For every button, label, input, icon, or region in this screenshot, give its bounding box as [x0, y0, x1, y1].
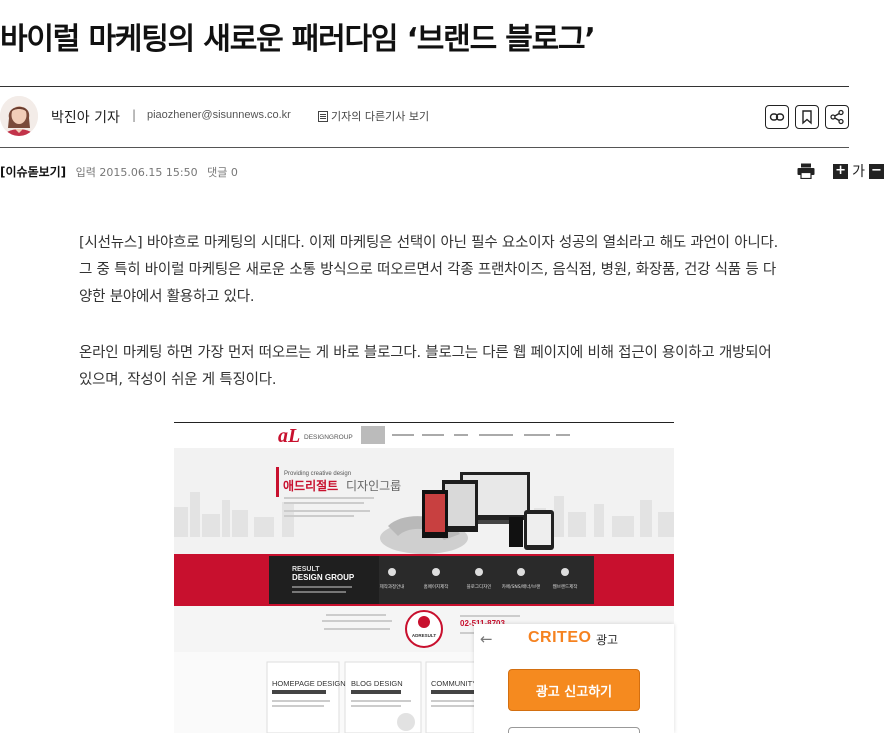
band-brand-line2: DESIGN GROUP	[292, 573, 355, 582]
publish-date: 입력 2015.06.15 15:50	[75, 166, 198, 179]
criteo-logo: CRITEO	[528, 629, 592, 646]
article-paragraph: [시선뉴스] 바야흐로 마케팅의 시대다. 이제 마케팅은 선택이 아닌 필수 …	[79, 235, 779, 305]
card-title: BLOG DESIGN	[351, 679, 403, 688]
ad-back-arrow-icon[interactable]: ←	[480, 630, 493, 648]
reporter-more-articles-link[interactable]: 기자의 다른기사 보기	[318, 108, 429, 124]
reporter-email[interactable]: piaozhener@sisunnews.co.kr	[147, 109, 291, 121]
article-meta: [이슈돋보기] 입력 2015.06.15 15:50 댓글 0	[0, 163, 238, 180]
report-ad-button[interactable]: 광고 신고하기	[508, 669, 640, 711]
reporter-name[interactable]: 박진아 기자	[51, 107, 120, 127]
title-divider	[0, 86, 849, 87]
comment-count[interactable]: 댓글 0	[207, 166, 238, 179]
band-icon-label: 웹브랜드제작	[553, 583, 578, 590]
article-title: 바이럴 마케팅의 새로운 패러다임 ‘브랜드 블로그’	[0, 22, 596, 57]
band-icon-label: 홈페이지제작	[424, 583, 449, 590]
band-icon-label: 카페/SNS/배너/브랜	[502, 583, 540, 590]
article-tools: + 가 −	[797, 161, 884, 181]
band-icon-label: 제작과정안내	[380, 583, 405, 590]
card-title: HOMEPAGE DESIGN	[272, 679, 346, 688]
svg-text:aL: aL	[278, 425, 300, 447]
hero-small-text: Providing creative design	[284, 471, 351, 477]
ad-secondary-button[interactable]	[508, 727, 640, 733]
copy-link-button[interactable]	[765, 105, 789, 129]
share-button[interactable]	[825, 105, 849, 129]
section-tag[interactable]: [이슈돋보기]	[0, 165, 66, 179]
hero-title-red: 애드리절트	[283, 478, 338, 493]
font-increase-button[interactable]: +	[833, 163, 849, 179]
share-tools	[765, 105, 849, 129]
byline: 박진아 기자 | piaozhener@sisunnews.co.kr 기자의 …	[0, 96, 849, 138]
font-decrease-button[interactable]: −	[869, 163, 884, 179]
reporter-avatar[interactable]	[0, 96, 38, 136]
hero-title-gray: 디자인그룹	[346, 479, 401, 493]
byline-separator: |	[132, 108, 137, 122]
site-logo-text: DESIGNGROUP	[304, 434, 353, 441]
article-paragraph: 온라인 마케팅 하면 가장 먼저 떠오르는 게 바로 블로그다. 블로그는 다른…	[79, 345, 772, 388]
bookmark-button[interactable]	[795, 105, 819, 129]
ad-label: 광고	[596, 633, 619, 647]
band-icon-label: 블로그디자인	[467, 583, 492, 590]
print-icon[interactable]	[797, 163, 815, 179]
share-icon	[830, 109, 844, 125]
ad-overlay: ← CRITEO 광고 광고 신고하기	[474, 624, 674, 733]
document-icon	[318, 110, 328, 122]
byline-divider	[0, 147, 849, 148]
more-articles-label: 기자의 다른기사 보기	[331, 110, 430, 123]
font-size-label: 가	[852, 164, 865, 180]
seal-text: ADRESULT	[412, 633, 436, 638]
band-brand-line1: RESULT	[292, 566, 320, 573]
link-icon	[769, 113, 785, 121]
bookmark-icon	[802, 110, 812, 125]
